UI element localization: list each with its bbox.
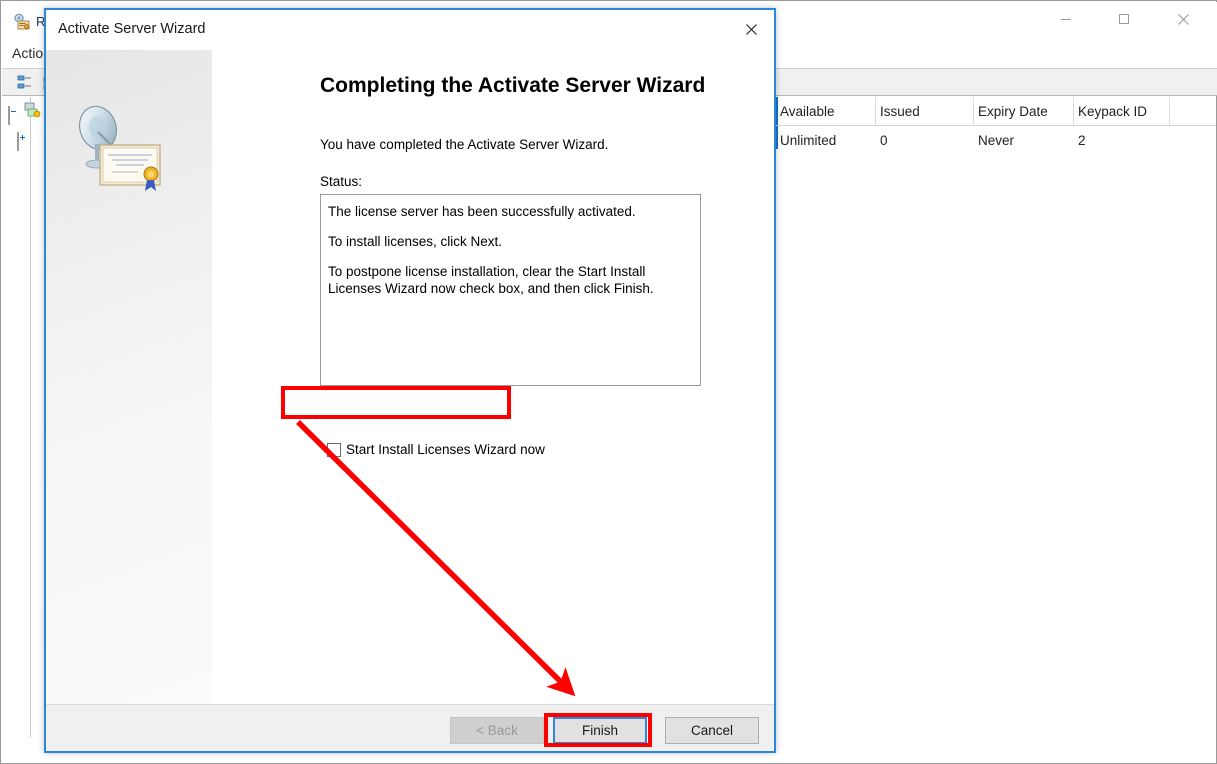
tree-node-child[interactable]: [17, 132, 19, 151]
tree-node-root[interactable]: [8, 106, 10, 125]
wizard-close-button[interactable]: [728, 10, 774, 48]
wizard-title-bar: Activate Server Wizard: [46, 10, 774, 50]
background-tree-pane[interactable]: [3, 97, 41, 737]
back-button: < Back: [450, 717, 544, 744]
window-close-button[interactable]: [1160, 3, 1206, 35]
wizard-footer: < Back Finish Cancel: [46, 704, 774, 751]
close-icon: [1177, 13, 1189, 25]
cell-keypack-id: 2: [1078, 132, 1086, 148]
column-header-empty[interactable]: [1170, 97, 1216, 125]
start-install-licenses-wizard-checkbox-row[interactable]: Start Install Licenses Wizard now: [327, 442, 545, 457]
wizard-title: Activate Server Wizard: [58, 21, 206, 37]
cancel-button[interactable]: Cancel: [665, 717, 759, 744]
window-maximize-button[interactable]: [1101, 3, 1147, 35]
cell-expiry-date: Never: [978, 132, 1015, 148]
column-header-expiry-date[interactable]: Expiry Date: [974, 97, 1074, 125]
cell-issued: 0: [880, 132, 888, 148]
window-minimize-button[interactable]: [1043, 3, 1089, 35]
column-header-issued[interactable]: Issued: [876, 97, 974, 125]
status-line: To install licenses, click Next.: [328, 234, 503, 249]
wizard-body: Completing the Activate Server Wizard Yo…: [212, 50, 774, 704]
tree-expander-collapse-icon[interactable]: [8, 106, 10, 125]
status-text-box[interactable]: The license server has been successfully…: [320, 194, 701, 386]
status-line: To postpone license installation, clear …: [328, 264, 654, 296]
status-label: Status:: [320, 174, 363, 189]
tree-node-root-icon: [23, 101, 41, 124]
satellite-dish-certificate-icon: [68, 98, 178, 198]
start-install-licenses-wizard-checkbox[interactable]: [327, 442, 341, 457]
wizard-intro-text: You have completed the Activate Server W…: [320, 137, 609, 152]
annotation-highlight-finish-button: [544, 713, 652, 747]
close-icon: [745, 23, 757, 35]
annotation-highlight-checkbox: [281, 386, 511, 419]
maximize-icon: [1119, 14, 1129, 24]
start-install-licenses-wizard-label[interactable]: Start Install Licenses Wizard now: [346, 442, 545, 457]
license-server-icon: [13, 13, 31, 31]
column-header-available[interactable]: Available: [776, 97, 876, 125]
list-column-header-row: Available Issued Expiry Date Keypack ID: [776, 97, 1216, 126]
server-node-icon: [24, 102, 41, 118]
toolbar-tree-icon-1[interactable]: [16, 73, 36, 93]
tree-expander-expand-icon[interactable]: [17, 132, 19, 151]
cell-available: Unlimited: [780, 132, 837, 148]
wizard-sidebar: [46, 50, 212, 704]
background-list-view[interactable]: Available Issued Expiry Date Keypack ID …: [776, 97, 1216, 737]
column-header-keypack-id[interactable]: Keypack ID: [1074, 97, 1170, 125]
activate-server-wizard-dialog: Activate Server Wizard Completing the Ac…: [44, 8, 776, 753]
status-line: The license server has been successfully…: [328, 204, 636, 219]
page-title: Completing the Activate Server Wizard: [320, 74, 706, 97]
minimize-icon: [1061, 19, 1071, 20]
